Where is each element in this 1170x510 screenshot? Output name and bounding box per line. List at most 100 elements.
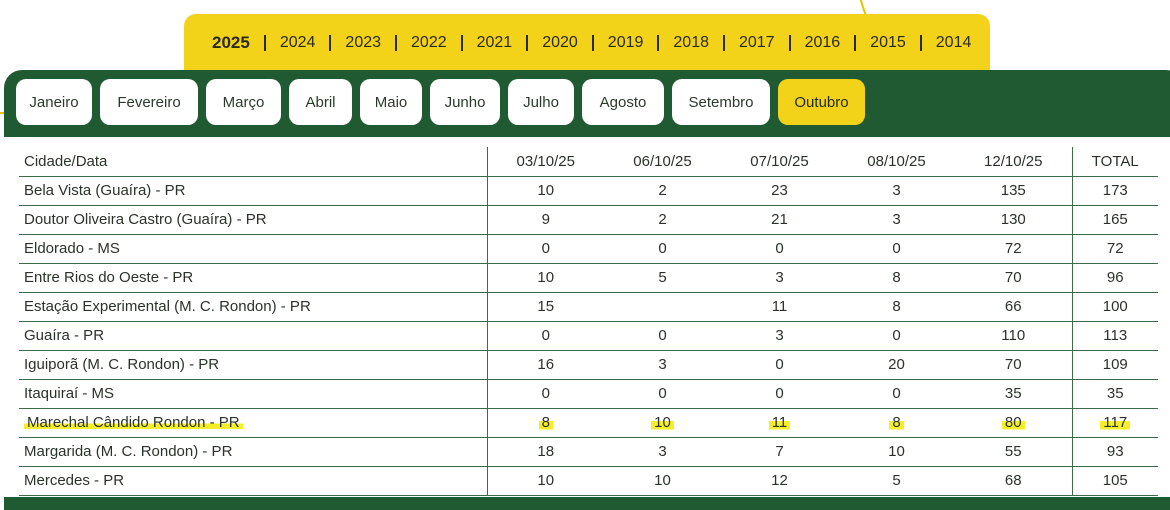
- column-header: 06/10/25: [604, 147, 721, 177]
- year-tab-label: 2016: [804, 34, 841, 51]
- table-row: Marechal Cândido Rondon - PR 8 10 11 8 80 117: [19, 408, 1158, 438]
- value-cell: 16: [486, 350, 604, 380]
- total-cell: 173: [1071, 176, 1158, 206]
- value-cell: 5: [838, 466, 955, 496]
- year-tab-label: 2021: [476, 34, 513, 51]
- city-cell: Mercedes - PR: [19, 466, 487, 496]
- value-cell: 8: [838, 408, 955, 438]
- value-cell: 2: [604, 176, 721, 206]
- total-cell: 109: [1071, 350, 1158, 380]
- year-tab-2015[interactable]: 2015: [856, 34, 922, 52]
- total-cell: 35: [1071, 379, 1158, 409]
- value-cell: 80: [955, 408, 1072, 438]
- table-row: Iguiporã (M. C. Rondon) - PR 16 3 0 20 70 109: [19, 350, 1158, 380]
- year-tab-2018[interactable]: 2018: [659, 34, 725, 52]
- month-tab-julho[interactable]: Julho: [508, 79, 574, 125]
- value-cell: 110: [955, 321, 1072, 351]
- city-cell: Iguiporã (M. C. Rondon) - PR: [19, 350, 487, 380]
- value-cell: 10: [486, 176, 604, 206]
- year-tab-2020[interactable]: 2020: [528, 34, 594, 52]
- city-cell: Margarida (M. C. Rondon) - PR: [19, 437, 487, 467]
- highlighted-value: 8: [538, 414, 553, 431]
- value-cell: 9: [486, 205, 604, 235]
- value-cell: 18: [486, 437, 604, 467]
- year-tab-label: 2022: [411, 34, 447, 51]
- total-cell: 105: [1071, 466, 1158, 496]
- value-cell: 0: [604, 321, 721, 351]
- highlighted-value: 8: [889, 414, 904, 431]
- city-cell: Guaíra - PR: [19, 321, 487, 351]
- table-header-row: Cidade/Data 03/10/25 06/10/25 07/10/25 08/10…: [19, 147, 1158, 177]
- value-cell: 12: [721, 466, 838, 496]
- value-cell: 0: [604, 234, 721, 264]
- year-tab-label: 2014: [935, 34, 972, 51]
- month-tab-agosto[interactable]: Agosto: [582, 79, 664, 125]
- total-cell: 96: [1071, 263, 1158, 293]
- year-tab-2017[interactable]: 2017: [725, 34, 791, 52]
- value-cell: 11: [721, 408, 838, 438]
- value-cell: 0: [838, 379, 955, 409]
- city-cell: Bela Vista (Guaíra) - PR: [19, 176, 487, 206]
- year-tab-2025[interactable]: 2025: [198, 33, 266, 53]
- value-cell: 23: [721, 176, 838, 206]
- value-cell: 15: [486, 292, 604, 322]
- month-tab-maio[interactable]: Maio: [360, 79, 422, 125]
- table-row: Eldorado - MS 0 0 0 0 72 72: [19, 234, 1158, 264]
- year-tab-2021[interactable]: 2021: [463, 34, 529, 52]
- month-tab-junho[interactable]: Junho: [430, 79, 500, 125]
- table-row: Bela Vista (Guaíra) - PR 10 2 23 3 135 173: [19, 176, 1158, 206]
- month-tab-outubro[interactable]: Outubro: [778, 79, 865, 125]
- column-header: TOTAL: [1071, 147, 1158, 177]
- table-row: Doutor Oliveira Castro (Guaíra) - PR 9 2 21…: [19, 205, 1158, 235]
- city-cell: Eldorado - MS: [19, 234, 487, 264]
- value-cell: 55: [955, 437, 1072, 467]
- year-tab-2024[interactable]: 2024: [266, 34, 332, 52]
- month-tabs: Janeiro Fevereiro Março Abril Maio Junho Julho…: [16, 79, 865, 125]
- month-tab-janeiro[interactable]: Janeiro: [16, 79, 92, 125]
- month-tab-setembro[interactable]: Setembro: [672, 79, 770, 125]
- year-tabs: 2025 2024 2023 2022 2021 2020 2019 2018 2017 2016…: [198, 30, 985, 56]
- value-cell: 3: [604, 350, 721, 380]
- total-cell: 165: [1071, 205, 1158, 235]
- value-cell: 0: [838, 234, 955, 264]
- city-cell: Doutor Oliveira Castro (Guaíra) - PR: [19, 205, 487, 235]
- value-cell: 3: [721, 321, 838, 351]
- month-tab-abril[interactable]: Abril: [289, 79, 352, 125]
- value-cell: 3: [721, 263, 838, 293]
- year-tab-2022[interactable]: 2022: [397, 34, 463, 52]
- value-cell: 35: [955, 379, 1072, 409]
- value-cell: 0: [486, 379, 604, 409]
- column-header: 12/10/25: [955, 147, 1072, 177]
- city-cell: Itaquiraí - MS: [19, 379, 487, 409]
- city-cell: Entre Rios do Oeste - PR: [19, 263, 487, 293]
- column-header: Cidade/Data: [19, 147, 487, 177]
- month-tab-fevereiro[interactable]: Fevereiro: [100, 79, 198, 125]
- value-cell: 8: [838, 292, 955, 322]
- month-tab-março[interactable]: Março: [206, 79, 281, 125]
- year-tab-2019[interactable]: 2019: [594, 34, 660, 52]
- value-cell: 0: [838, 321, 955, 351]
- year-tab-label: 2025: [212, 33, 250, 52]
- column-header: 08/10/25: [838, 147, 955, 177]
- highlighted-value: 10: [651, 414, 674, 431]
- table-body: Bela Vista (Guaíra) - PR 10 2 23 3 135 173 Dout…: [19, 176, 1158, 496]
- value-cell: 130: [955, 205, 1072, 235]
- column-header: 07/10/25: [721, 147, 838, 177]
- year-tab-label: 2024: [279, 34, 316, 51]
- year-tab-2016[interactable]: 2016: [791, 34, 857, 52]
- value-cell: 10: [604, 408, 721, 438]
- value-cell: 3: [838, 176, 955, 206]
- value-cell: 66: [955, 292, 1072, 322]
- value-cell: 5: [604, 263, 721, 293]
- value-cell: 10: [486, 263, 604, 293]
- year-tab-2023[interactable]: 2023: [331, 34, 398, 52]
- year-tab-2014[interactable]: 2014: [922, 34, 986, 52]
- value-cell: 0: [721, 379, 838, 409]
- value-cell: 3: [604, 437, 721, 467]
- value-cell: [604, 292, 721, 322]
- value-cell: 0: [486, 321, 604, 351]
- value-cell: 8: [838, 263, 955, 293]
- value-cell: 0: [486, 234, 604, 264]
- value-cell: 10: [486, 466, 604, 496]
- value-cell: 0: [721, 350, 838, 380]
